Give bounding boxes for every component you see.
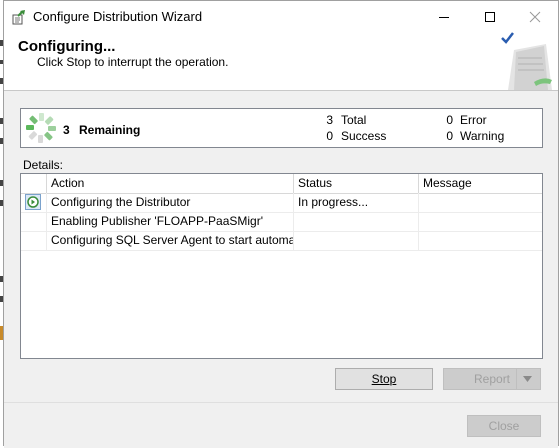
window-title: Configure Distribution Wizard [33, 9, 203, 24]
column-header-action[interactable]: Action [46, 174, 293, 193]
grid-header: Action Status Message [21, 174, 542, 194]
column-header-message[interactable]: Message [418, 174, 542, 193]
details-grid[interactable]: Action Status Message Configuring the Di… [20, 173, 543, 359]
report-button-label: Report [474, 372, 511, 386]
report-split-divider [516, 369, 517, 389]
table-row[interactable]: Enabling Publisher 'FLOAPP-PaaSMigr' [21, 212, 542, 232]
success-count: 0 [326, 129, 333, 143]
row-action: Configuring the Distributor [46, 193, 293, 212]
stop-button-label: Stop [371, 372, 397, 386]
total-label: Total [341, 113, 367, 127]
page-title: Configuring... [18, 38, 116, 55]
remaining-count: 3 [63, 123, 70, 137]
row-message [418, 231, 542, 250]
dialog-footer: Close [4, 402, 558, 448]
row-message [418, 193, 542, 212]
row-action: Enabling Publisher 'FLOAPP-PaaSMigr' [46, 212, 293, 231]
error-label: Error [460, 113, 487, 127]
total-count: 3 [326, 113, 333, 127]
chevron-down-icon [523, 376, 532, 382]
page-subtitle: Click Stop to interrupt the operation. [37, 55, 229, 69]
column-header-status[interactable]: Status [293, 174, 418, 193]
remaining-label: Remaining [79, 123, 141, 137]
server-graphic-icon [501, 32, 552, 90]
in-progress-icon [25, 194, 41, 210]
wizard-window: Configure Distribution Wizard Configurin… [3, 0, 559, 448]
row-action: Configuring SQL Server Agent to start au… [46, 231, 293, 250]
minimize-icon [438, 16, 449, 18]
success-label: Success [341, 129, 387, 143]
progress-summary-panel: 3 Remaining 3 Total 0 Success 0 Error 0 … [20, 108, 543, 148]
title-bar: Configure Distribution Wizard [4, 1, 558, 32]
row-status: In progress... [293, 193, 418, 212]
maximize-button[interactable] [467, 1, 512, 32]
stop-button[interactable]: Stop [335, 368, 433, 390]
wizard-header: Configuring... Click Stop to interrupt t… [4, 32, 558, 91]
row-status [293, 231, 418, 250]
close-icon [529, 11, 540, 22]
maximize-icon [484, 11, 495, 22]
progress-spinner-icon [26, 113, 56, 143]
close-button-label: Close [488, 419, 520, 433]
warning-count: 0 [446, 129, 453, 143]
warning-label: Warning [460, 129, 505, 143]
close-window-button[interactable] [512, 1, 557, 32]
close-button[interactable]: Close [467, 415, 541, 437]
grid-header-icon-col [21, 174, 46, 193]
minimize-button[interactable] [421, 1, 466, 32]
table-row[interactable]: Configuring SQL Server Agent to start au… [21, 231, 542, 251]
table-row[interactable]: Configuring the Distributor In progress.… [21, 193, 542, 213]
row-message [418, 212, 542, 231]
details-label: Details: [23, 158, 64, 172]
error-count: 0 [446, 113, 453, 127]
wizard-icon [12, 10, 25, 25]
row-status [293, 212, 418, 231]
report-button[interactable]: Report [443, 368, 541, 390]
